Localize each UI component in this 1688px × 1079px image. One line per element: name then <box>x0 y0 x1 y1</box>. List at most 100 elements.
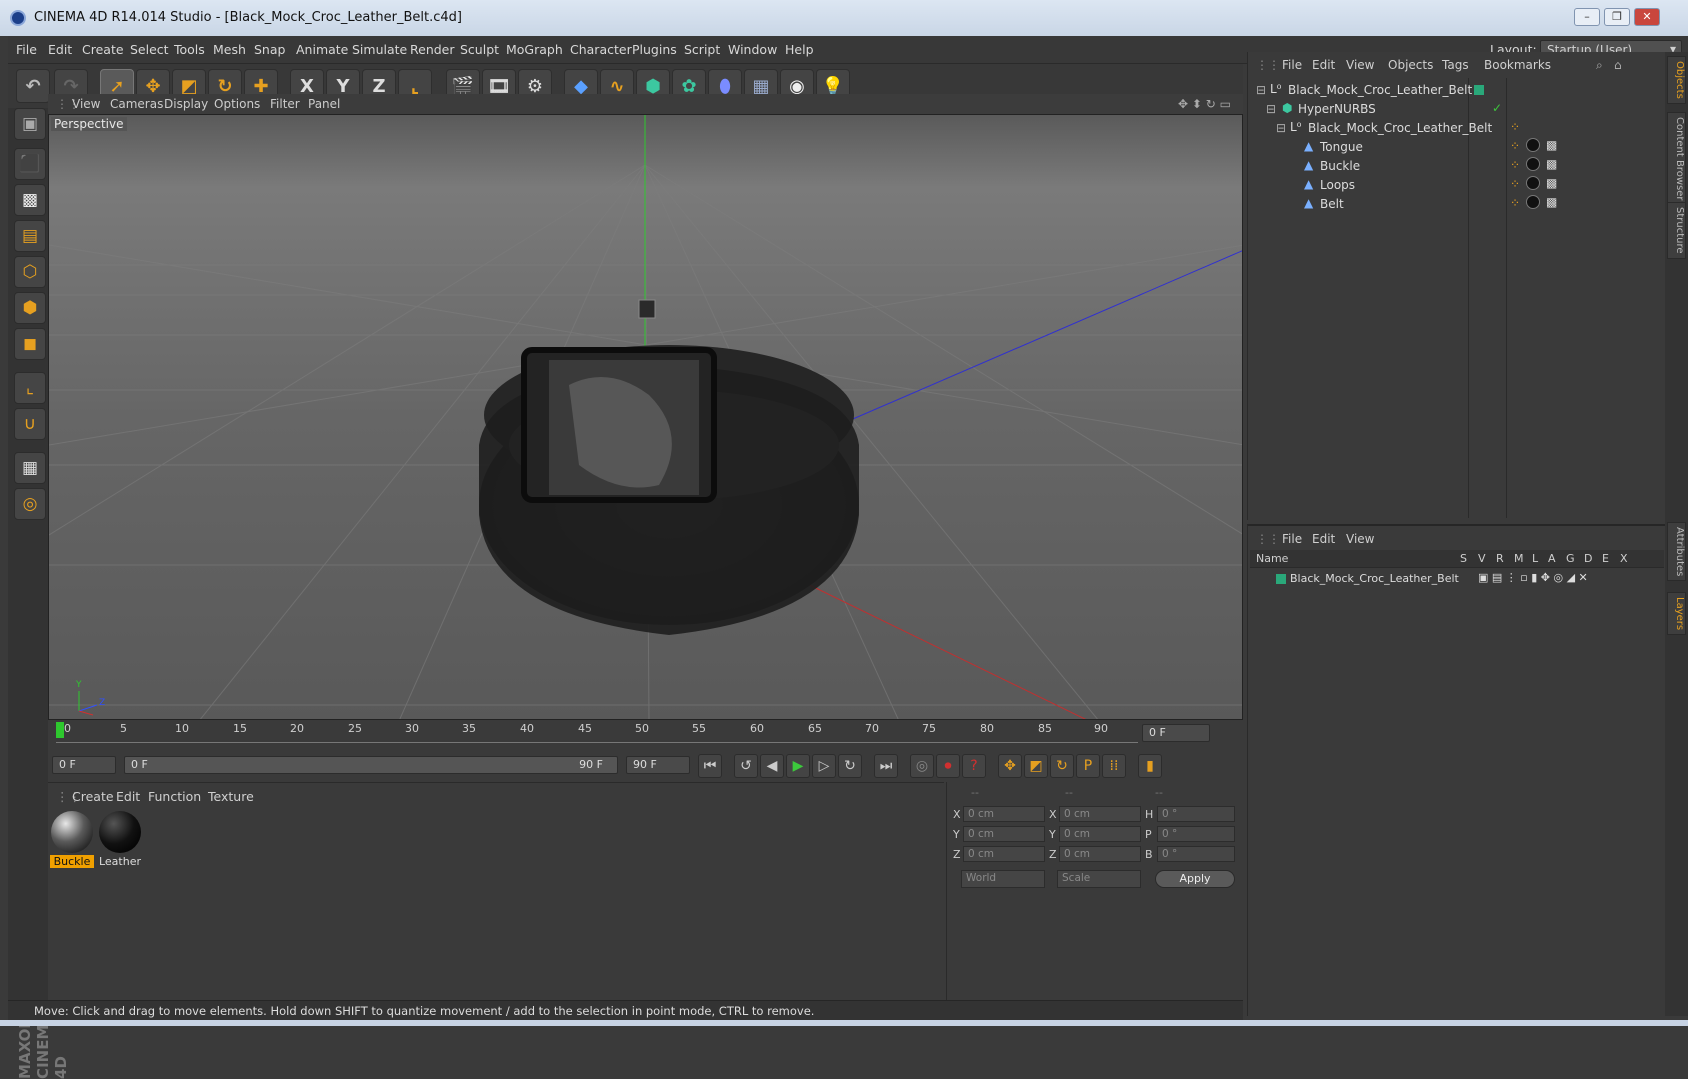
texture-mode-icon[interactable]: ▩ <box>14 184 46 216</box>
position-key-icon[interactable]: ✥ <box>998 754 1022 778</box>
menu-window[interactable]: Window <box>728 42 777 57</box>
position-y-field[interactable]: 0 cm <box>963 826 1045 842</box>
workplane-lock-icon[interactable]: ▦ <box>14 452 46 484</box>
menu-plugins[interactable]: Plugins <box>632 42 677 57</box>
object-row[interactable]: ▲ Tongue ⁘ ▩ <box>1248 137 1666 157</box>
material-tag-icon[interactable] <box>1526 138 1540 152</box>
menu-tools[interactable]: Tools <box>174 42 205 57</box>
polygons-mode-icon[interactable]: ◼ <box>14 328 46 360</box>
restore-button[interactable]: ❐ <box>1604 8 1630 26</box>
collapse-icon[interactable]: ⊟ <box>1266 102 1276 116</box>
material-menu-edit[interactable]: Edit <box>116 789 140 804</box>
layer-menu-file[interactable]: File <box>1282 532 1302 546</box>
material-leather[interactable]: Leather <box>98 811 142 868</box>
material-menu-function[interactable]: Function <box>148 789 201 804</box>
collapse-icon[interactable]: ⊟ <box>1276 121 1286 135</box>
size-z-field[interactable]: 0 cm <box>1059 846 1141 862</box>
tab-objects[interactable]: Objects <box>1667 56 1686 104</box>
layer-row[interactable]: Black_Mock_Croc_Leather_Belt ▣ ▤ ⋮ ▫ ▮ ✥… <box>1250 570 1664 588</box>
position-x-field[interactable]: 0 cm <box>963 806 1045 822</box>
frame-range-slider[interactable]: 0 F 90 F <box>124 756 618 774</box>
layer-color-swatch[interactable] <box>1276 574 1286 584</box>
uvw-tag-icon[interactable]: ▩ <box>1546 195 1557 209</box>
next-keyframe-icon[interactable]: ↻ <box>838 754 862 778</box>
go-to-end-icon[interactable]: ⏭ <box>874 754 898 778</box>
points-mode-icon[interactable]: ⬡ <box>14 256 46 288</box>
object-menu-edit[interactable]: Edit <box>1312 58 1335 72</box>
uvw-tag-icon[interactable]: ▩ <box>1546 138 1557 152</box>
layer-menu-edit[interactable]: Edit <box>1312 532 1335 546</box>
enabled-check-icon[interactable]: ✓ <box>1492 101 1502 115</box>
play-icon[interactable]: ▶ <box>786 754 810 778</box>
point-level-animation-icon[interactable]: ⁞⁞ <box>1102 754 1126 778</box>
object-menu-view[interactable]: View <box>1346 58 1374 72</box>
menu-render[interactable]: Render <box>410 42 455 57</box>
rotation-key-icon[interactable]: ↻ <box>1050 754 1074 778</box>
tab-layers[interactable]: Layers <box>1667 592 1686 636</box>
axis-mode-icon[interactable]: ⌞ <box>14 372 46 404</box>
start-frame-field[interactable]: 0 F <box>52 756 116 774</box>
minimize-button[interactable]: – <box>1574 8 1600 26</box>
home-icon[interactable]: ⌂ <box>1614 58 1622 72</box>
previous-keyframe-icon[interactable]: ↺ <box>734 754 758 778</box>
keyframe-selection-icon[interactable]: ? <box>962 754 986 778</box>
menu-create[interactable]: Create <box>82 42 124 57</box>
autokeying-icon[interactable]: ⏺ <box>936 754 960 778</box>
size-mode-select[interactable]: Scale <box>1057 870 1141 888</box>
material-tag-icon[interactable] <box>1526 195 1540 209</box>
object-row[interactable]: ⊟ ⬢ HyperNURBS ✓ <box>1248 99 1666 119</box>
size-x-field[interactable]: 0 cm <box>1059 806 1141 822</box>
object-row[interactable]: ⊟ L⁰ Black_Mock_Croc_Leather_Belt <box>1248 80 1666 100</box>
make-editable-icon[interactable]: ▣ <box>14 108 46 140</box>
menu-edit[interactable]: Edit <box>48 42 72 57</box>
viewport-menu-panel[interactable]: Panel <box>308 97 340 111</box>
rotation-b-field[interactable]: 0 ° <box>1157 846 1235 862</box>
menu-script[interactable]: Script <box>684 42 720 57</box>
layer-toggle-icons[interactable]: ▣ ▤ ⋮ ▫ ▮ ✥ ◎ ◢ ✕ <box>1478 571 1588 584</box>
object-menu-objects[interactable]: Objects <box>1388 58 1433 72</box>
menu-sculpt[interactable]: Sculpt <box>460 42 499 57</box>
object-menu-tags[interactable]: Tags <box>1442 58 1469 72</box>
menu-simulate[interactable]: Simulate <box>352 42 407 57</box>
menu-select[interactable]: Select <box>130 42 169 57</box>
viewport-menu-cameras[interactable]: Cameras <box>110 97 163 111</box>
tab-content-browser[interactable]: Content Browser <box>1667 112 1686 206</box>
phong-tag-icon[interactable]: ⁘ <box>1510 158 1520 172</box>
parameter-key-icon[interactable]: P <box>1076 754 1100 778</box>
previous-frame-icon[interactable]: ◀ <box>760 754 784 778</box>
phong-tag-icon[interactable]: ⁘ <box>1510 139 1520 153</box>
menu-help[interactable]: Help <box>785 42 814 57</box>
rotation-h-field[interactable]: 0 ° <box>1157 806 1235 822</box>
undo-icon[interactable]: ↶ <box>16 69 50 103</box>
perspective-viewport[interactable]: Perspective Y Z <box>48 114 1243 720</box>
viewport-menu-view[interactable]: View <box>72 97 100 111</box>
object-menu-bookmarks[interactable]: Bookmarks <box>1484 58 1551 72</box>
uvw-tag-icon[interactable]: ▩ <box>1546 176 1557 190</box>
tab-structure[interactable]: Structure <box>1667 202 1686 259</box>
belt-model[interactable] <box>479 299 859 635</box>
object-row[interactable]: ▲ Buckle ⁘ ▩ <box>1248 156 1666 176</box>
material-menu-create[interactable]: Create <box>72 789 114 804</box>
material-tag-icon[interactable] <box>1526 157 1540 171</box>
viewport-navigation-icons[interactable]: ✥ ⬍ ↻ ▭ <box>1178 97 1231 111</box>
apply-button[interactable]: Apply <box>1155 870 1235 888</box>
menu-mograph[interactable]: MoGraph <box>506 42 563 57</box>
phong-tag-icon[interactable]: ⁘ <box>1510 196 1520 210</box>
close-button[interactable]: ✕ <box>1634 8 1660 26</box>
timeline-window-icon[interactable]: ▮ <box>1138 754 1162 778</box>
size-y-field[interactable]: 0 cm <box>1059 826 1141 842</box>
edges-mode-icon[interactable]: ⬢ <box>14 292 46 324</box>
scale-key-icon[interactable]: ◩ <box>1024 754 1048 778</box>
object-row[interactable]: ▲ Loops ⁘ ▩ <box>1248 175 1666 195</box>
menu-file[interactable]: File <box>16 42 37 57</box>
object-menu-file[interactable]: File <box>1282 58 1302 72</box>
search-icon[interactable]: ⌕ <box>1596 58 1603 73</box>
end-frame-field[interactable]: 90 F <box>626 756 690 774</box>
viewport-menu-display[interactable]: Display <box>164 97 208 111</box>
menu-character[interactable]: Character <box>570 42 632 57</box>
position-z-field[interactable]: 0 cm <box>963 846 1045 862</box>
record-active-objects-icon[interactable]: ◎ <box>910 754 934 778</box>
rotation-p-field[interactable]: 0 ° <box>1157 826 1235 842</box>
phong-tag-icon[interactable]: ⁘ <box>1510 120 1520 134</box>
viewport-menu-filter[interactable]: Filter <box>270 97 300 111</box>
